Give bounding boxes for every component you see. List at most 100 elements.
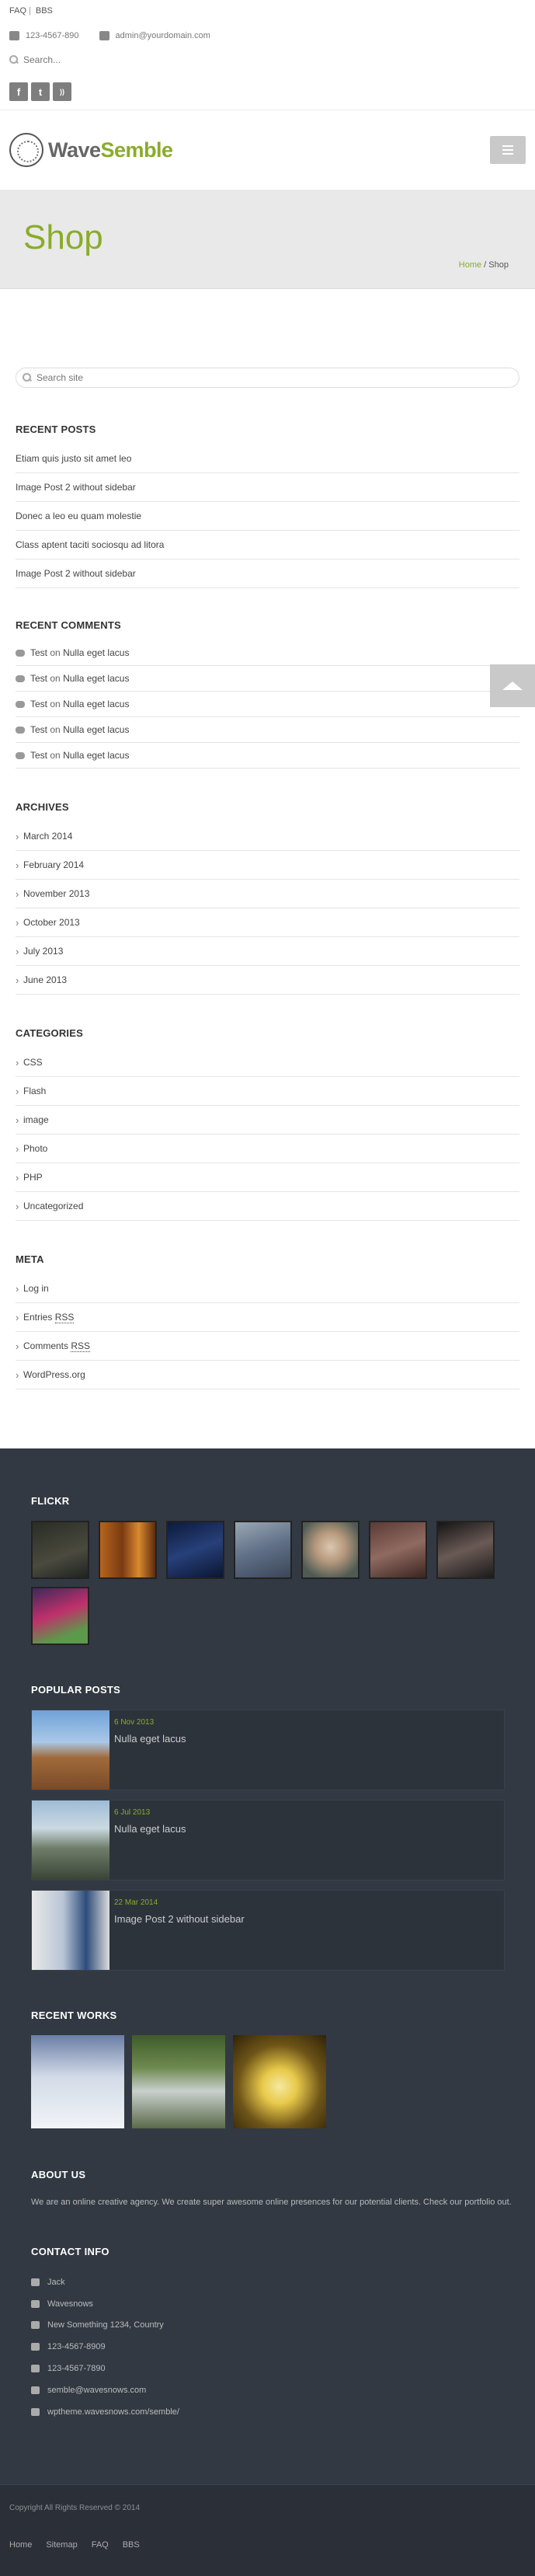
list-item[interactable]: image [16, 1106, 519, 1135]
popular-post-title[interactable]: Nulla eget lacus [114, 1733, 186, 1745]
list-item[interactable]: November 2013 [16, 880, 519, 908]
list-item[interactable]: Flash [16, 1077, 519, 1106]
comment-post-link[interactable]: Nulla eget lacus [63, 724, 129, 735]
list-item[interactable]: June 2013 [16, 966, 519, 995]
list-item[interactable]: CSS [16, 1048, 519, 1077]
list-item[interactable]: Log in [16, 1274, 519, 1303]
category-link[interactable]: Photo [23, 1143, 47, 1154]
top-email-text[interactable]: admin@yourdomain.com [116, 31, 210, 40]
comment-icon [16, 649, 25, 657]
site-search-input[interactable] [36, 372, 347, 383]
breadcrumb-separator: / [481, 260, 489, 270]
list-item[interactable]: March 2014 [16, 822, 519, 851]
work-thumbnail[interactable] [132, 2035, 225, 2128]
category-link[interactable]: image [23, 1114, 49, 1125]
comment-post-link[interactable]: Nulla eget lacus [63, 750, 129, 761]
comment-author: Test [30, 724, 48, 735]
flickr-thumbnail[interactable] [234, 1521, 292, 1579]
list-item[interactable]: Image Post 2 without sidebar [16, 473, 519, 502]
category-link[interactable]: Flash [23, 1086, 46, 1096]
list-item[interactable]: WordPress.org [16, 1361, 519, 1389]
flickr-thumbnail[interactable] [99, 1521, 157, 1579]
logo-icon [9, 133, 43, 167]
list-item[interactable]: Entries RSS [16, 1303, 519, 1332]
popular-post-title[interactable]: Image Post 2 without sidebar [114, 1913, 245, 1925]
categories-list: CSS Flash image Photo PHP Uncategorized [16, 1048, 519, 1221]
rss-icon[interactable]: )) [53, 82, 71, 101]
twitter-icon[interactable]: t [31, 82, 50, 101]
list-item[interactable]: October 2013 [16, 908, 519, 937]
contact-website-link[interactable]: wptheme.wavesnows.com/semble/ [47, 2407, 179, 2417]
popular-post[interactable]: 22 Mar 2014 Image Post 2 without sidebar [31, 1890, 505, 1971]
recent-post-link[interactable]: Etiam quis justo sit amet leo [16, 453, 131, 464]
search-icon[interactable] [23, 373, 32, 382]
category-link[interactable]: PHP [23, 1172, 43, 1183]
bottom-link-faq[interactable]: FAQ [92, 2540, 109, 2550]
work-thumbnail[interactable] [233, 2035, 326, 2128]
comment-post-link[interactable]: Nulla eget lacus [63, 673, 129, 684]
recent-post-link[interactable]: Donec a leo eu quam molestie [16, 511, 141, 521]
recent-post-link[interactable]: Image Post 2 without sidebar [16, 568, 136, 579]
meta-comments-link[interactable]: Comments RSS [23, 1340, 91, 1352]
top-link-separator: | [29, 6, 31, 16]
bottom-link-sitemap[interactable]: Sitemap [46, 2540, 77, 2550]
breadcrumb-home[interactable]: Home [459, 260, 481, 270]
recent-post-link[interactable]: Image Post 2 without sidebar [16, 482, 136, 493]
contact-text: 123-4567-7890 [47, 2364, 106, 2374]
archive-link[interactable]: July 2013 [23, 946, 63, 957]
popular-post-thumbnail[interactable] [32, 1891, 109, 1970]
list-item[interactable]: Uncategorized [16, 1192, 519, 1221]
archive-link[interactable]: February 2014 [23, 859, 84, 870]
archive-link[interactable]: November 2013 [23, 888, 89, 899]
meta-entries-link[interactable]: Entries RSS [23, 1312, 75, 1323]
top-email[interactable]: admin@yourdomain.com [99, 31, 210, 40]
flickr-thumbnail[interactable] [369, 1521, 427, 1579]
back-to-top-button[interactable] [490, 664, 535, 707]
category-link[interactable]: CSS [23, 1057, 43, 1068]
facebook-icon[interactable]: f [9, 82, 28, 101]
list-item[interactable]: July 2013 [16, 937, 519, 966]
contact-item[interactable]: wptheme.wavesnows.com/semble/ [31, 2401, 504, 2423]
list-item[interactable]: February 2014 [16, 851, 519, 880]
top-link-bbs[interactable]: BBS [36, 6, 53, 16]
archive-link[interactable]: March 2014 [23, 831, 72, 842]
logo-text-wave: Wave [48, 138, 101, 162]
meta-login-link[interactable]: Log in [23, 1283, 49, 1294]
search-icon[interactable] [9, 55, 19, 64]
list-item[interactable]: Photo [16, 1135, 519, 1163]
bottom-link-bbs[interactable]: BBS [123, 2540, 140, 2550]
list-item[interactable]: Donec a leo eu quam molestie [16, 502, 519, 531]
copyright: Copyright All Rights Reserved © 2014 [9, 2504, 141, 2512]
site-logo[interactable]: WaveSemble [9, 133, 173, 167]
list-item[interactable]: PHP [16, 1163, 519, 1192]
top-search-input[interactable] [23, 54, 140, 65]
list-item[interactable]: Image Post 2 without sidebar [16, 559, 519, 588]
menu-toggle-button[interactable] [490, 136, 526, 164]
flickr-thumbnail[interactable] [31, 1521, 89, 1579]
popular-post[interactable]: 6 Jul 2013 Nulla eget lacus [31, 1800, 505, 1881]
top-link-faq[interactable]: FAQ [9, 6, 26, 16]
contact-item[interactable]: semble@wavesnows.com [31, 2379, 504, 2401]
comment-post-link[interactable]: Nulla eget lacus [63, 699, 129, 709]
top-phone: 123-4567-890 [9, 31, 79, 40]
comment-post-link[interactable]: Nulla eget lacus [63, 647, 129, 658]
popular-post[interactable]: 6 Nov 2013 Nulla eget lacus [31, 1710, 505, 1790]
meta-wordpress-link[interactable]: WordPress.org [23, 1369, 85, 1380]
list-item[interactable]: Class aptent taciti sociosqu ad litora [16, 531, 519, 559]
bottom-link-home[interactable]: Home [9, 2540, 32, 2550]
work-thumbnail[interactable] [31, 2035, 124, 2128]
list-item[interactable]: Etiam quis justo sit amet leo [16, 444, 519, 473]
popular-post-thumbnail[interactable] [32, 1800, 109, 1880]
flickr-thumbnail[interactable] [31, 1587, 89, 1645]
contact-email-link[interactable]: semble@wavesnows.com [47, 2386, 146, 2395]
flickr-thumbnail[interactable] [301, 1521, 360, 1579]
recent-post-link[interactable]: Class aptent taciti sociosqu ad litora [16, 539, 164, 550]
category-link[interactable]: Uncategorized [23, 1201, 83, 1211]
flickr-thumbnail[interactable] [166, 1521, 224, 1579]
archive-link[interactable]: October 2013 [23, 917, 80, 928]
popular-post-thumbnail[interactable] [32, 1710, 109, 1790]
list-item[interactable]: Comments RSS [16, 1332, 519, 1361]
archive-link[interactable]: June 2013 [23, 974, 67, 985]
flickr-thumbnail[interactable] [436, 1521, 495, 1579]
popular-post-title[interactable]: Nulla eget lacus [114, 1823, 186, 1835]
